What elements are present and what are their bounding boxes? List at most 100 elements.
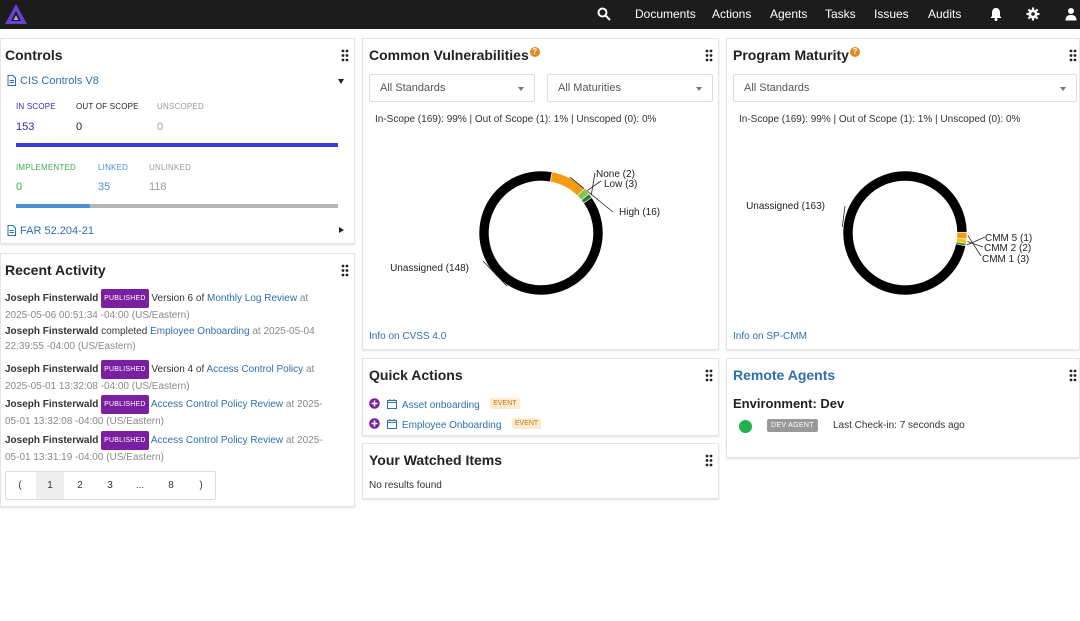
slice-label: High (16)	[619, 207, 660, 218]
activity-timestamp: 2025-05-06 00:51:34 -04:00 (US/Eastern)	[5, 310, 190, 321]
maturity-donut-chart: Unassigned (163) CMM 1 (3)CMM 2 (2)CMM 5 …	[746, 170, 1032, 296]
pagination-page-1[interactable]: 1	[36, 472, 64, 499]
top-navbar: Documents Actions Agents Tasks Issues Au…	[0, 0, 1080, 29]
unscoped-value[interactable]: 0	[157, 121, 163, 133]
drag-handle-icon[interactable]	[1069, 49, 1077, 62]
activity-at: at	[299, 293, 309, 305]
activity-at: at 2025-	[285, 435, 323, 447]
standards-select[interactable]: All Standards	[369, 74, 535, 102]
drag-handle-icon[interactable]	[341, 264, 349, 277]
linked-value[interactable]: 35	[98, 181, 110, 193]
in-scope-value[interactable]: 153	[16, 121, 34, 133]
implemented-value[interactable]: 0	[16, 181, 22, 193]
pagination-page-3[interactable]: 3	[96, 472, 124, 499]
quick-action-item[interactable]: Employee Onboarding EVENT	[369, 415, 542, 433]
quick-action-label[interactable]: Asset onboarding	[402, 400, 480, 411]
nav-actions[interactable]: Actions	[712, 7, 751, 21]
slice-label: CMM 1 (3)	[982, 254, 1029, 265]
recent-activity-card: Recent Activity Joseph Finsterwald PUBLI…	[0, 253, 355, 507]
leader-line	[967, 241, 984, 248]
unlinked-label: UNLINKED	[149, 163, 192, 172]
maturity-title: Program Maturity?	[733, 47, 860, 63]
published-badge: PUBLISHED	[101, 395, 149, 414]
nav-tasks[interactable]: Tasks	[825, 7, 856, 21]
pagination-page-8[interactable]: 8	[157, 472, 185, 499]
bell-icon[interactable]	[989, 7, 1003, 21]
vulnerabilities-title-text: Common Vulnerabilities	[369, 47, 529, 63]
help-icon[interactable]: ?	[849, 47, 860, 57]
framework-far-link[interactable]: FAR 52.204-21	[20, 225, 94, 237]
environment-heading: Environment: Dev	[733, 396, 845, 411]
donut-slice[interactable]	[549, 171, 585, 197]
activity-at: at 2025-05-04	[252, 326, 315, 337]
maturities-select[interactable]: All Maturities	[547, 74, 713, 102]
drag-handle-icon[interactable]	[1069, 369, 1077, 382]
activity-timestamp: 2025-05-01 13:32:08 -04:00 (US/Eastern)	[5, 381, 190, 392]
leader-line	[590, 172, 596, 196]
dev-agent-badge: DEV AGENT	[767, 419, 818, 432]
activity-link[interactable]: Access Control Policy Review	[151, 399, 283, 410]
remote-agents-title[interactable]: Remote Agents	[733, 367, 835, 383]
activity-link[interactable]: Monthly Log Review	[207, 293, 297, 304]
pagination-next[interactable]: )	[187, 472, 215, 499]
chevron-right-icon[interactable]	[339, 227, 344, 233]
remote-agents-card: Remote Agents Environment: Dev DEV AGENT…	[726, 358, 1080, 458]
pagination-prev[interactable]: (	[6, 472, 34, 499]
published-badge: PUBLISHED	[101, 289, 149, 308]
pagination: ( 1 2 3 ... 8 )	[5, 471, 216, 500]
framework-cis-link[interactable]: CIS Controls V8	[20, 75, 99, 87]
activity-text: completed	[101, 326, 148, 337]
maturities-select-value: All Maturities	[558, 82, 621, 94]
event-badge: EVENT	[511, 418, 542, 430]
nav-agents[interactable]: Agents	[770, 7, 807, 21]
list-item: Joseph Finsterwald PUBLISHED Access Cont…	[5, 395, 323, 429]
chevron-down-icon[interactable]	[338, 79, 344, 84]
slice-label: Unassigned (148)	[390, 263, 469, 274]
last-checkin-text: Last Check-in: 7 seconds ago	[833, 420, 965, 431]
drag-handle-icon[interactable]	[705, 49, 713, 62]
chevron-down-icon	[696, 87, 702, 91]
quick-action-label[interactable]: Employee Onboarding	[402, 420, 502, 431]
cvss-info-link[interactable]: Info on CVSS 4.0	[369, 331, 446, 342]
chevron-down-icon	[1060, 87, 1066, 91]
document-icon	[7, 75, 16, 86]
activity-link[interactable]: Access Control Policy	[206, 364, 303, 375]
activity-user: Joseph Finsterwald	[5, 399, 99, 411]
activity-user: Joseph Finsterwald	[5, 293, 99, 305]
drag-handle-icon[interactable]	[705, 369, 713, 382]
gear-icon[interactable]	[1026, 7, 1040, 21]
nav-issues[interactable]: Issues	[874, 7, 909, 21]
help-icon[interactable]: ?	[529, 47, 540, 57]
out-of-scope-label: OUT OF SCOPE	[76, 102, 139, 111]
spcmm-info-link[interactable]: Info on SP-CMM	[733, 331, 807, 342]
user-icon[interactable]	[1064, 7, 1078, 21]
drag-handle-icon[interactable]	[705, 454, 713, 467]
document-icon	[7, 225, 16, 236]
quick-action-item[interactable]: Asset onboarding EVENT	[369, 395, 520, 413]
implemented-label: IMPLEMENTED	[16, 163, 76, 172]
pagination-page-2[interactable]: 2	[66, 472, 94, 499]
slice-label: CMM 5 (1)	[985, 233, 1032, 244]
list-item: Joseph Finsterwald PUBLISHED Version 4 o…	[5, 360, 314, 394]
donut-slice[interactable]	[842, 170, 968, 296]
add-circle-icon[interactable]	[369, 418, 380, 430]
nav-documents[interactable]: Documents	[635, 7, 696, 21]
app-logo[interactable]	[4, 3, 28, 25]
chevron-down-icon	[518, 87, 524, 91]
unscoped-label: UNSCOPED	[157, 102, 204, 111]
out-of-scope-value[interactable]: 0	[76, 121, 82, 133]
add-circle-icon[interactable]	[369, 398, 380, 410]
activity-link[interactable]: Access Control Policy Review	[151, 435, 283, 446]
drag-handle-icon[interactable]	[341, 49, 349, 62]
unlinked-value[interactable]: 118	[149, 181, 167, 193]
activity-user: Joseph Finsterwald	[5, 435, 99, 447]
activity-timestamp: 05-01 13:31:19 -04:00 (US/Eastern)	[5, 452, 164, 463]
calendar-icon	[387, 418, 398, 429]
search-icon[interactable]	[597, 7, 611, 21]
nav-audits[interactable]: Audits	[928, 7, 961, 21]
maturity-standards-select[interactable]: All Standards	[733, 74, 1077, 102]
activity-link[interactable]: Employee Onboarding	[150, 326, 250, 337]
scope-summary: In-Scope (169): 99% | Out of Scope (1): …	[375, 114, 657, 125]
published-badge: PUBLISHED	[101, 360, 149, 379]
calendar-icon	[387, 398, 398, 409]
